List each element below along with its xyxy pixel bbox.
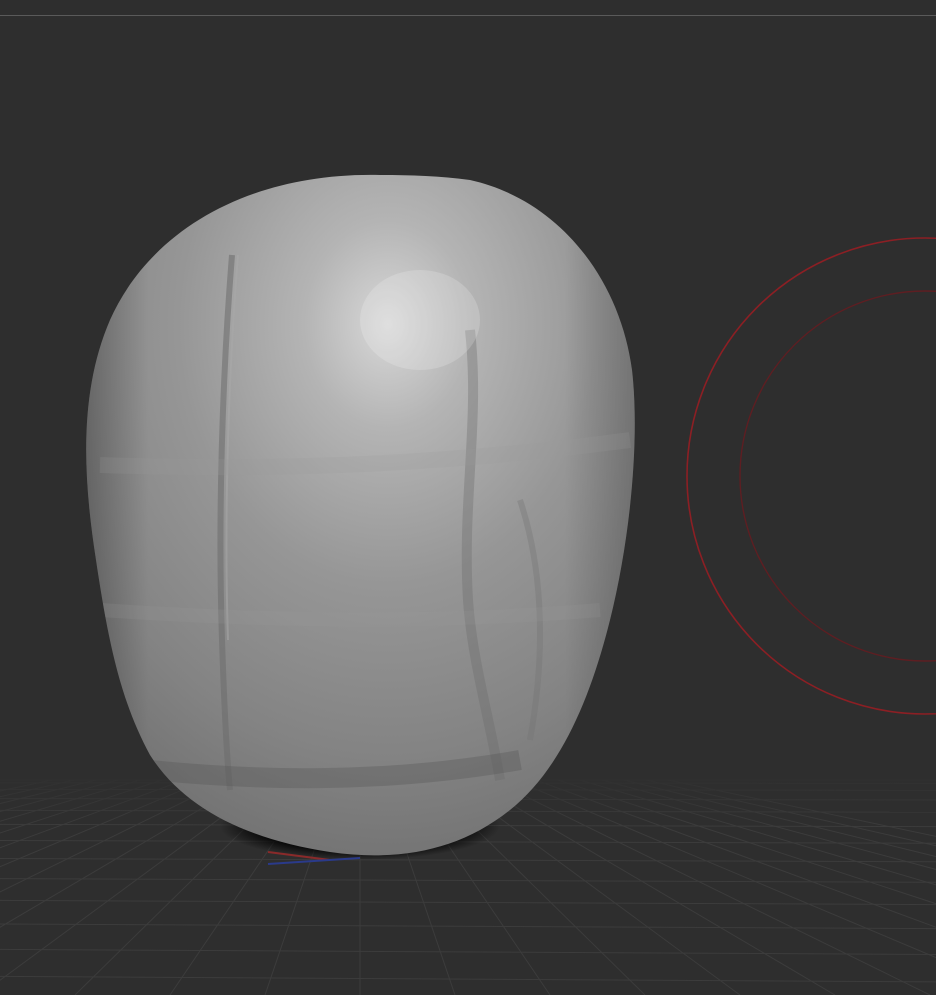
sculpt-viewport[interactable] bbox=[0, 0, 936, 995]
brush-cursor bbox=[686, 237, 936, 715]
brush-cursor-inner-ring bbox=[739, 290, 936, 662]
viewport-canvas[interactable] bbox=[0, 0, 936, 995]
brush-cursor-outer-ring bbox=[686, 237, 936, 715]
